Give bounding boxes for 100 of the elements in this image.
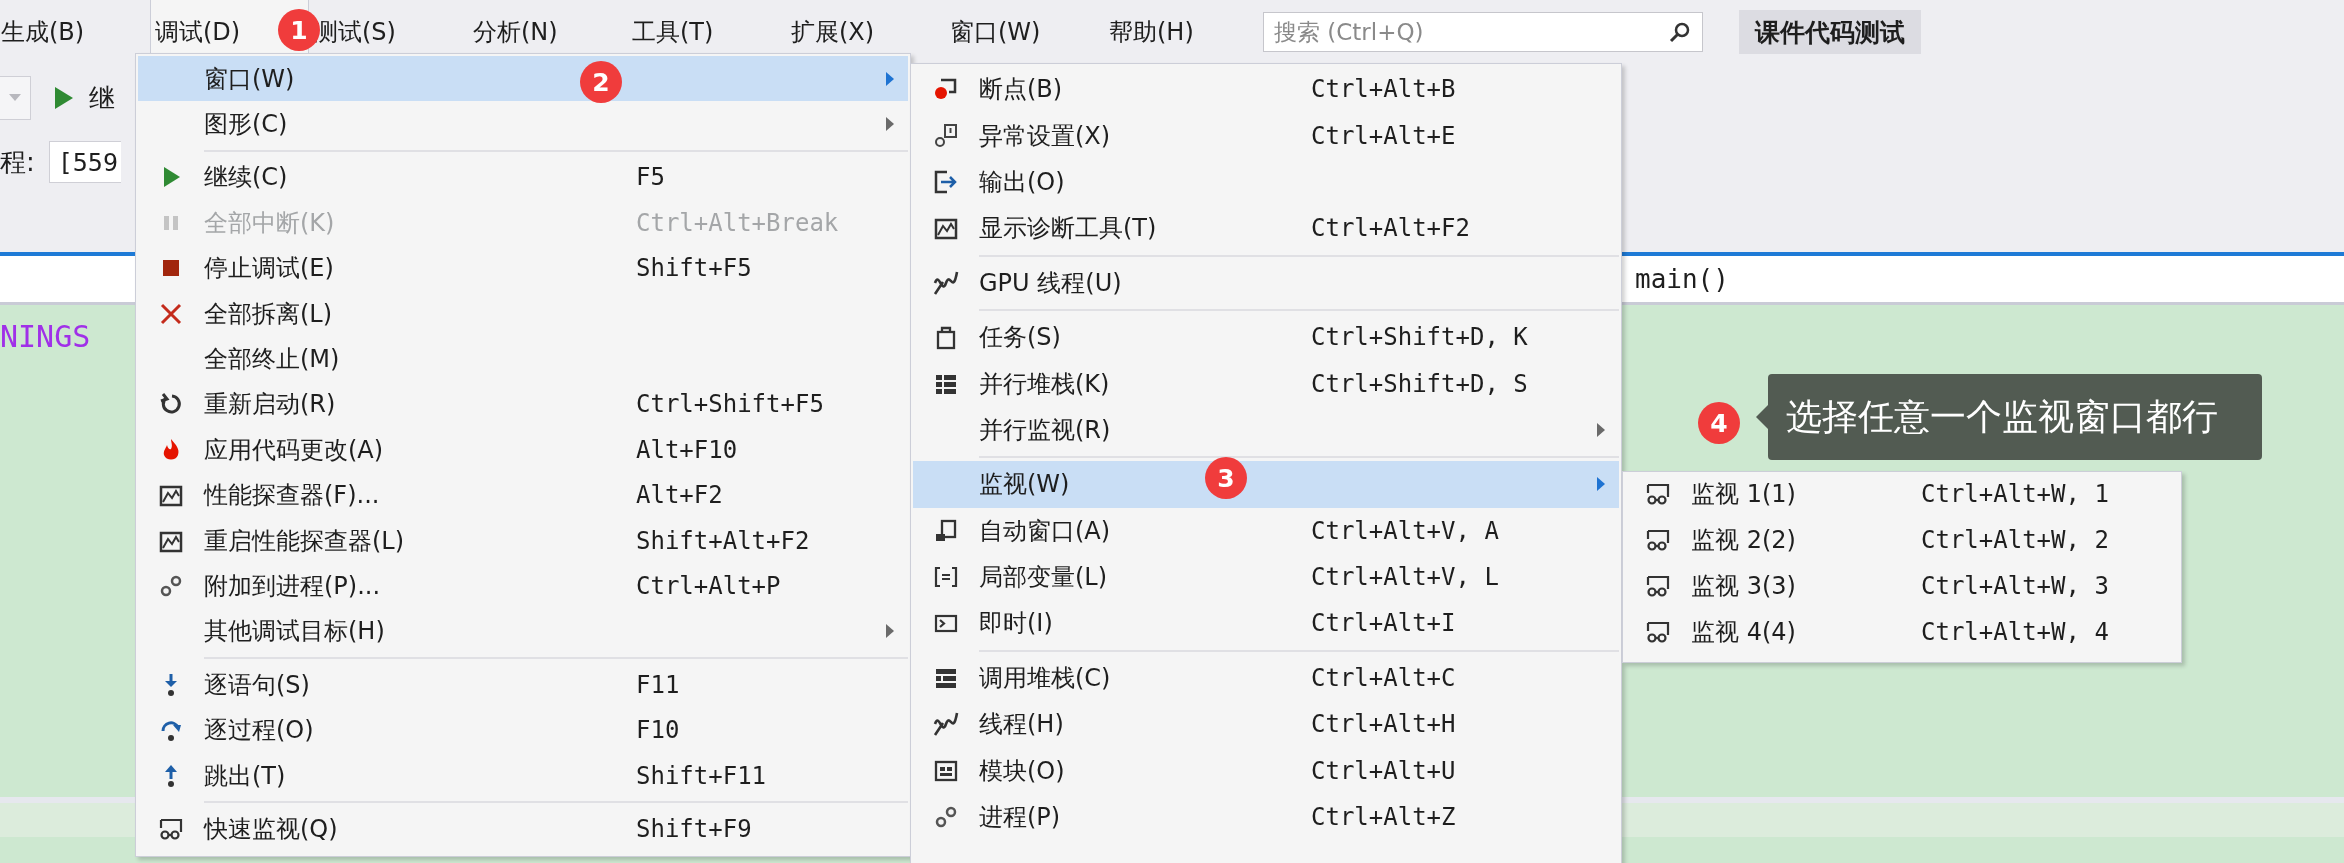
- menu-item[interactable]: 重启性能探查器(L) Shift+Alt+F2: [138, 517, 908, 564]
- exception-icon: [933, 122, 959, 149]
- menu-item-label: 图形(C): [204, 109, 288, 141]
- menu-item-label: 窗口(W): [204, 63, 295, 95]
- process-field[interactable]: [559: [48, 141, 121, 183]
- play-icon[interactable]: [53, 85, 75, 111]
- menu-item[interactable]: 并行堆栈(K) Ctrl+Shift+D, S: [913, 360, 1619, 407]
- shortcut-text: Alt+F10: [636, 435, 738, 464]
- menu-item[interactable]: 进程(P) Ctrl+Alt+Z: [913, 793, 1619, 841]
- code-text: NINGS: [0, 318, 91, 354]
- menu-item[interactable]: 继续(C) F5: [138, 154, 908, 201]
- shortcut-text: Ctrl+Alt+Z: [1311, 803, 1456, 832]
- callout-pointer: [1756, 405, 1768, 429]
- menu-item-label: 模块(O): [979, 755, 1065, 787]
- shortcut-text: Ctrl+Shift+D, S: [1311, 369, 1528, 398]
- shortcut-text: Ctrl+Alt+C: [1311, 663, 1456, 692]
- gears-icon: [158, 573, 184, 599]
- search-placeholder: 搜索 (Ctrl+Q): [1274, 17, 1424, 47]
- menu-item-label: 性能探查器(F)...: [204, 480, 380, 512]
- menu-item[interactable]: 性能探查器(F)... Alt+F2: [138, 472, 908, 518]
- menu-item[interactable]: 逐语句(S) F11: [138, 662, 908, 708]
- menu-item-label: 调用堆栈(C): [979, 662, 1111, 694]
- menu-item-label: 继续(C): [204, 162, 288, 194]
- menu-item-label: 快速监视(Q): [204, 813, 338, 845]
- shortcut-text: Ctrl+Alt+I: [1311, 609, 1456, 638]
- menu-item-label: 全部终止(M): [204, 344, 340, 376]
- threads-icon: [933, 269, 959, 296]
- shortcut-text: Ctrl+Alt+P: [636, 572, 781, 600]
- threads-icon: [933, 711, 959, 738]
- menu-item[interactable]: 异常设置(X) Ctrl+Alt+E: [913, 112, 1619, 159]
- menu-item-label: 监视 3(3): [1691, 570, 1796, 602]
- menu-item[interactable]: 其他调试目标(H): [138, 608, 908, 655]
- menu-item[interactable]: GPU 线程(U): [913, 259, 1619, 306]
- menu-item-label: 监视 1(1): [1691, 478, 1796, 510]
- output-icon: [933, 168, 959, 195]
- menu-item[interactable]: 逐过程(O) F10: [138, 707, 908, 753]
- caret-icon: [9, 94, 21, 102]
- menu-item[interactable]: 附加到进程(P)... Ctrl+Alt+P: [138, 563, 908, 609]
- menu-item[interactable]: 应用代码更改(A) Alt+F10: [138, 427, 908, 473]
- menu-item[interactable]: 监视 2(2) Ctrl+Alt+W, 2: [1625, 520, 2179, 566]
- process-label: 程:: [0, 145, 35, 179]
- menu-item-label: 并行监视(R): [979, 414, 1111, 446]
- menu-item[interactable]: 监视 1(1) Ctrl+Alt+W, 1: [1625, 474, 2179, 520]
- callout-tooltip: 选择任意一个监视窗口都行: [1768, 374, 2262, 460]
- menu-item[interactable]: 调用堆栈(C) Ctrl+Alt+C: [913, 654, 1619, 702]
- menu-item[interactable]: 全部终止(M): [138, 336, 908, 382]
- menu-item-label: 输出(O): [979, 166, 1065, 198]
- menu-item-label: 并行堆栈(K): [979, 368, 1110, 400]
- shortcut-text: Ctrl+Alt+V, A: [1311, 516, 1499, 545]
- shortcut-text: Ctrl+Alt+U: [1311, 756, 1456, 785]
- shortcut-text: Ctrl+Shift+D, K: [1311, 323, 1528, 352]
- menu-item[interactable]: 任务(S) Ctrl+Shift+D, K: [913, 313, 1619, 361]
- shortcut-text: Shift+Alt+F2: [636, 526, 810, 555]
- menu-item[interactable]: 监视 3(3) Ctrl+Alt+W, 3: [1625, 566, 2179, 612]
- menu-item[interactable]: 图形(C): [138, 101, 908, 147]
- menu-item[interactable]: 重新启动(R) Ctrl+Shift+F5: [138, 381, 908, 428]
- shortcut-text: Ctrl+Alt+W, 3: [1921, 571, 2109, 600]
- menu-bar-item[interactable]: 帮助(H): [1104, 0, 1263, 64]
- menu-bar-item[interactable]: 窗口(W): [945, 0, 1104, 64]
- menu-item-label: 监视 4(4): [1691, 616, 1796, 648]
- menu-item[interactable]: 停止调试(E) Shift+F5: [138, 245, 908, 291]
- menu-item[interactable]: 即时(I) Ctrl+Alt+I: [913, 600, 1619, 647]
- menu-item-label: 逐语句(S): [204, 669, 310, 701]
- menu-item[interactable]: 自动窗口(A) Ctrl+Alt+V, A: [913, 507, 1619, 554]
- shortcut-text: Ctrl+Alt+B: [1311, 75, 1456, 104]
- menu-item-label: 即时(I): [979, 608, 1053, 640]
- shortcut-text: Ctrl+Alt+W, 4: [1921, 617, 2109, 646]
- menu-item[interactable]: 并行监视(R): [913, 406, 1619, 454]
- menu-item-label: 重启性能探查器(L): [204, 525, 405, 557]
- menu-item[interactable]: 全部拆离(L): [138, 290, 908, 337]
- function-name: main(): [1635, 264, 1729, 294]
- menu-item-label: GPU 线程(U): [979, 267, 1122, 299]
- menu-item-label: 其他调试目标(H): [204, 616, 385, 648]
- menu-item-label: 监视 2(2): [1691, 524, 1796, 556]
- menu-item[interactable]: 模块(O) Ctrl+Alt+U: [913, 747, 1619, 794]
- menu-item-label: 监视(W): [979, 469, 1070, 501]
- menu-item[interactable]: 快速监视(Q) Shift+F9: [138, 806, 908, 852]
- menu-item-label: 逐过程(O): [204, 715, 314, 747]
- shortcut-text: F5: [636, 163, 665, 192]
- shortcut-text: Shift+F11: [636, 761, 767, 790]
- menu-item[interactable]: 断点(B) Ctrl+Alt+B: [913, 66, 1619, 113]
- menu-item-label: 异常设置(X): [979, 120, 1111, 152]
- menu-item[interactable]: 显示诊断工具(T) Ctrl+Alt+F2: [913, 205, 1619, 252]
- menu-item[interactable]: 跳出(T) Shift+F11: [138, 752, 908, 799]
- shortcut-text: Ctrl+Alt+F2: [1311, 214, 1470, 243]
- menu-item[interactable]: 输出(O): [913, 158, 1619, 206]
- shortcut-text: Shift+F5: [636, 254, 752, 283]
- menu-item[interactable]: 线程(H) Ctrl+Alt+H: [913, 701, 1619, 748]
- shortcut-text: Ctrl+Alt+E: [1311, 121, 1456, 150]
- menu-item-label: 自动窗口(A): [979, 515, 1111, 547]
- shortcut-text: Ctrl+Alt+W, 2: [1921, 525, 2109, 554]
- title-button[interactable]: 课件代码测试: [1739, 10, 1921, 54]
- shortcut-text: Shift+F9: [636, 814, 752, 843]
- menu-item[interactable]: 局部变量(L) Ctrl+Alt+V, L: [913, 553, 1619, 601]
- shortcut-text: Ctrl+Alt+V, L: [1311, 563, 1499, 592]
- menu-item[interactable]: 监视 4(4) Ctrl+Alt+W, 4: [1625, 612, 2179, 658]
- menu-item-label: 任务(S): [979, 322, 1061, 354]
- search-icon: [1668, 20, 1692, 44]
- menu-item-label: 停止调试(E): [204, 253, 334, 285]
- menu-item-label: 全部中断(K): [204, 207, 335, 239]
